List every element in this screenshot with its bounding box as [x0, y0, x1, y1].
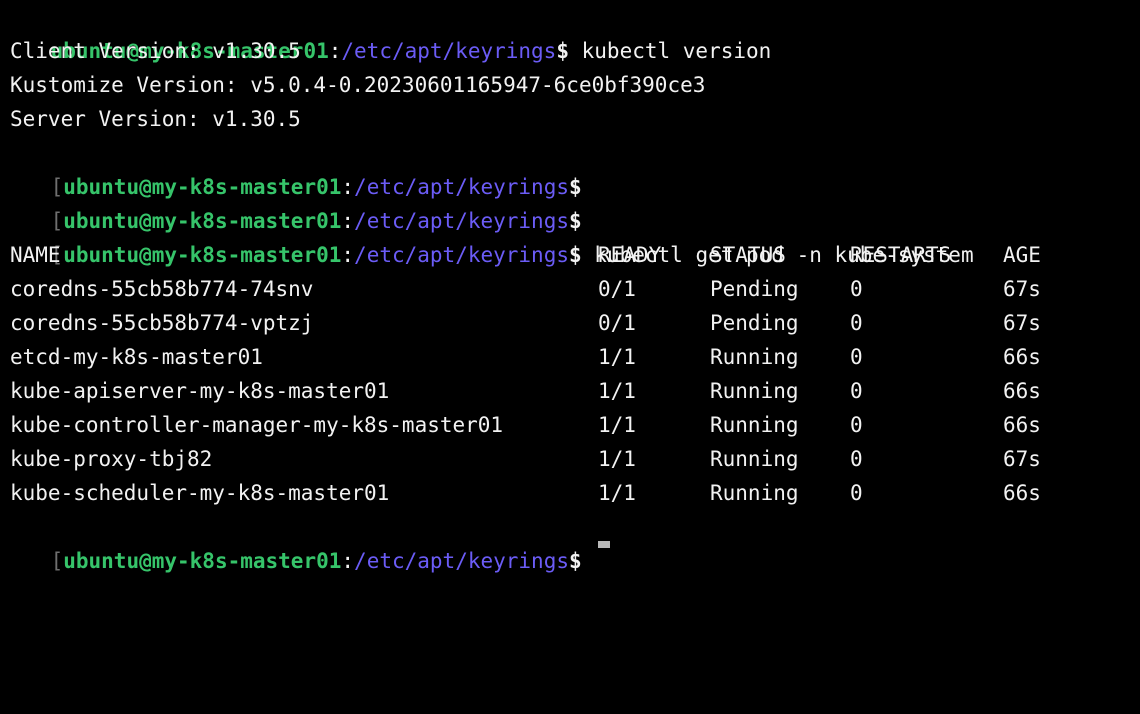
prompt-bracket: [	[50, 549, 64, 573]
terminal-cursor	[598, 541, 610, 548]
pod-age: 67s	[1003, 277, 1041, 301]
pod-age: 67s	[1003, 447, 1041, 471]
header-ready: READY	[598, 243, 662, 267]
pod-ready: 1/1	[598, 345, 636, 369]
pod-age: 66s	[1003, 413, 1041, 437]
table-row: coredns-55cb58b774-74snv 0/1 Pending 0 6…	[0, 272, 1140, 306]
pod-restarts: 0	[850, 413, 863, 437]
prompt-colon: :	[328, 39, 342, 63]
prompt-path: /etc/apt/keyrings	[341, 39, 557, 63]
table-row: kube-scheduler-my-k8s-master01 1/1 Runni…	[0, 476, 1140, 510]
table-row: coredns-55cb58b774-vptzj 0/1 Pending 0 6…	[0, 306, 1140, 340]
pod-ready: 1/1	[598, 379, 636, 403]
pod-restarts: 0	[850, 277, 863, 301]
pod-name: coredns-55cb58b774-74snv	[10, 277, 314, 301]
prompt-line-3: [ubuntu@my-k8s-master01:/etc/apt/keyring…	[0, 170, 582, 233]
pod-status: Running	[710, 413, 799, 437]
kustomize-version-line: Kustomize Version: v5.0.4-0.202306011659…	[10, 73, 706, 97]
pod-restarts: 0	[850, 379, 863, 403]
prompt-line-1: ubuntu@my-k8s-master01:/etc/apt/keyrings…	[0, 0, 772, 63]
table-row: kube-apiserver-my-k8s-master01 1/1 Runni…	[0, 374, 1140, 408]
prompt-line-2: [ubuntu@my-k8s-master01:/etc/apt/keyring…	[0, 136, 582, 199]
pod-ready: 1/1	[598, 447, 636, 471]
header-age: AGE	[1003, 243, 1041, 267]
table-row: etcd-my-k8s-master01 1/1 Running 0 66s	[0, 340, 1140, 374]
pod-status: Running	[710, 345, 799, 369]
pod-status: Pending	[710, 311, 799, 335]
prompt-line-4: [ubuntu@my-k8s-master01:/etc/apt/keyring…	[0, 204, 974, 267]
table-row: kube-proxy-tbj82 1/1 Running 0 67s	[0, 442, 1140, 476]
prompt-colon: :	[341, 549, 355, 573]
pod-restarts: 0	[850, 481, 863, 505]
command-text: kubectl version	[581, 39, 772, 63]
pod-ready: 0/1	[598, 277, 636, 301]
pod-restarts: 0	[850, 447, 863, 471]
pod-status: Running	[710, 379, 799, 403]
pods-table-header: NAME READY STATUS RESTARTS AGE	[0, 238, 1140, 272]
pod-name: kube-apiserver-my-k8s-master01	[10, 379, 390, 403]
server-version-line: Server Version: v1.30.5	[10, 107, 301, 131]
header-restarts: RESTARTS	[850, 243, 952, 267]
pod-name: kube-proxy-tbj82	[10, 447, 213, 471]
prompt-line-5[interactable]: [ubuntu@my-k8s-master01:/etc/apt/keyring…	[0, 510, 582, 573]
pod-ready: 1/1	[598, 481, 636, 505]
pod-name: coredns-55cb58b774-vptzj	[10, 311, 314, 335]
prompt-path: /etc/apt/keyrings	[354, 549, 569, 573]
prompt-dollar: $	[556, 39, 569, 63]
pod-age: 66s	[1003, 379, 1041, 403]
pod-ready: 0/1	[598, 311, 636, 335]
pod-name: kube-controller-manager-my-k8s-master01	[10, 413, 504, 437]
pod-status: Running	[710, 481, 799, 505]
pod-restarts: 0	[850, 311, 863, 335]
pod-age: 67s	[1003, 311, 1041, 335]
pod-status: Running	[710, 447, 799, 471]
pod-name: kube-scheduler-my-k8s-master01	[10, 481, 390, 505]
pod-status: Pending	[710, 277, 799, 301]
terminal-window[interactable]: ubuntu@my-k8s-master01:/etc/apt/keyrings…	[0, 0, 1140, 573]
pod-restarts: 0	[850, 345, 863, 369]
pod-age: 66s	[1003, 345, 1041, 369]
prompt-user-host: ubuntu@my-k8s-master01	[63, 549, 342, 573]
header-name: NAME	[10, 243, 61, 267]
pod-age: 66s	[1003, 481, 1041, 505]
pod-name: etcd-my-k8s-master01	[10, 345, 263, 369]
header-status: STATUS	[710, 243, 786, 267]
pod-ready: 1/1	[598, 413, 636, 437]
table-row: kube-controller-manager-my-k8s-master01 …	[0, 408, 1140, 442]
client-version-line: Client Version: v1.30.5	[10, 39, 301, 63]
prompt-dollar: $	[568, 549, 582, 573]
